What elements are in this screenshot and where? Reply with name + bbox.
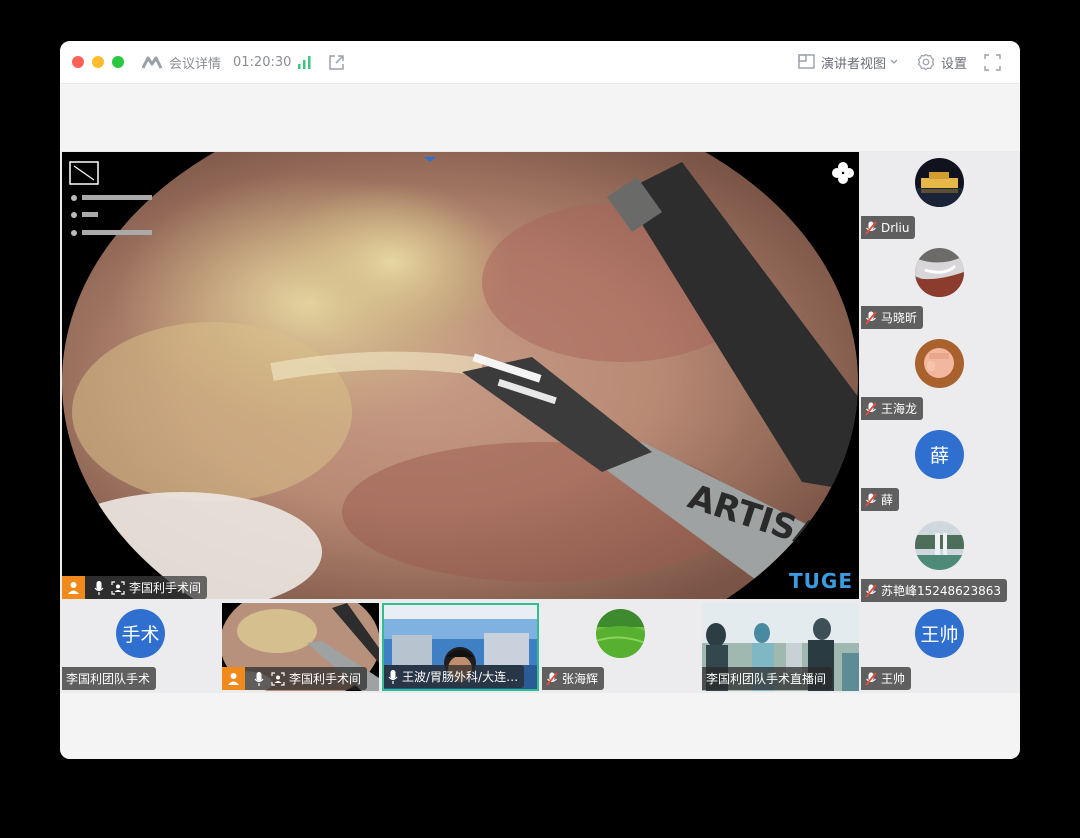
participant-name: 王波/胃肠外科/大连… [402,670,519,684]
avatar [596,609,645,658]
meeting-timer: 01:20:30 [233,41,291,83]
participant-nametag: 马晓昕 [861,306,924,329]
avatar [915,339,964,388]
zoom-window-button[interactable] [112,56,124,68]
participant-tile-operating-room[interactable]: 李国利手术间 [222,603,379,691]
video-stage: ARTISAN TUGE 李国利手术间 Drliu 马晓昕 王海龙 薛 薛 苏艳… [60,151,1020,693]
settings-label: 设置 [941,56,968,72]
tuge-brand-watermark: TUGE [789,569,853,593]
presenter-view-dropdown[interactable]: 演讲者视图 [798,41,899,83]
participant-tile-xue[interactable]: 薛 薛 [861,424,1018,512]
top-empty-area [60,84,1020,151]
chevron-down-icon [890,59,898,64]
participant-name: 薛 [881,493,894,507]
participant-name: 马晓昕 [881,311,918,325]
gear-icon [917,53,935,71]
participant-name: 李国利团队手术 [66,672,151,686]
screen-share-icon [271,671,285,686]
participant-name: 李国利手术间 [289,672,362,686]
host-badge-icon [222,667,245,690]
main-video-name: 李国利手术间 [129,581,202,595]
signal-bars-icon [298,56,311,69]
participant-nametag: 李国利团队手术 [62,667,157,690]
main-video-nametag: 李国利手术间 [62,576,208,599]
participant-name: 王帅 [881,672,906,686]
mic-on-icon [254,671,264,686]
meeting-info-label: 会议详情 [169,56,222,72]
mic-on-icon [388,669,398,684]
participant-name: 张海辉 [562,672,599,686]
participant-tile-wanghailong[interactable]: 王海龙 [861,333,1018,421]
participant-name: 李国利团队手术直播间 [706,672,827,686]
external-link-icon [329,54,344,70]
avatar: 薛 [915,430,964,479]
participant-nametag: Drliu [861,216,916,239]
participant-tile-wangbo-active[interactable]: 王波/胃肠外科/大连… [382,603,539,691]
participant-tile-wangshuai[interactable]: 王帅 王帅 [861,603,1018,691]
participant-tile-drliu[interactable]: Drliu [861,152,1018,240]
mic-muted-icon [865,220,877,235]
mic-muted-icon [865,310,877,325]
share-link-button[interactable] [328,41,345,83]
avatar [915,248,964,297]
presenter-view-label: 演讲者视图 [821,56,887,72]
participant-nametag: 王波/胃肠外科/大连… [384,665,525,688]
close-window-button[interactable] [72,56,84,68]
network-signal-icon[interactable] [297,41,313,83]
presenter-view-icon [798,54,815,69]
mic-muted-icon [546,671,558,686]
timer-text: 01:20:30 [233,54,292,70]
main-video-feed[interactable]: ARTISAN TUGE 李国利手术间 [62,152,859,599]
minimize-window-button[interactable] [92,56,104,68]
screen-share-icon [111,580,125,595]
mic-muted-icon [865,401,877,416]
mic-muted-icon [865,671,877,686]
participant-nametag: 苏艳峰15248623863 [861,579,1007,602]
host-badge-icon [62,576,85,599]
avatar: 手术 [116,609,165,658]
participant-name: Drliu [881,220,910,235]
meeting-info-button[interactable]: 会议详情 [142,41,221,83]
participant-tile-maxiaoxin[interactable]: 马晓昕 [861,242,1018,330]
participant-nametag: 王帅 [861,667,912,690]
avatar [915,158,964,207]
participant-tile-zhanghaihui[interactable]: 张海辉 [542,603,699,691]
mic-muted-icon [865,492,877,507]
settings-button[interactable]: 设置 [917,41,967,83]
participant-nametag: 李国利团队手术直播间 [702,667,833,690]
participant-tile-live-room[interactable]: 李国利团队手术直播间 [702,603,859,691]
participant-tile-team-surgery[interactable]: 手术 李国利团队手术 [62,603,219,691]
mic-on-icon [94,580,104,595]
participant-nametag: 王海龙 [861,397,924,420]
surgical-endoscope-video: ARTISAN [62,152,859,599]
participant-nametag: 薛 [861,488,900,511]
avatar [915,521,964,570]
participant-nametag: 张海辉 [542,667,605,690]
fullscreen-icon [984,53,1001,71]
meeting-window: 会议详情 01:20:30 演讲者视图 设置 ARTISAN TUGE 李国利手… [60,41,1020,759]
bottom-empty-area [60,693,1020,759]
mic-muted-icon [865,583,877,598]
participant-tile-suyanfeng[interactable]: 苏艳峰15248623863 [861,515,1018,603]
participant-name: 王海龙 [881,402,918,416]
participant-name: 苏艳峰15248623863 [881,584,1001,598]
participant-nametag: 李国利手术间 [222,667,368,690]
title-bar: 会议详情 01:20:30 演讲者视图 设置 [60,41,1020,84]
app-logo-icon [142,56,163,69]
fullscreen-button[interactable] [984,41,1001,83]
avatar: 王帅 [915,609,964,658]
